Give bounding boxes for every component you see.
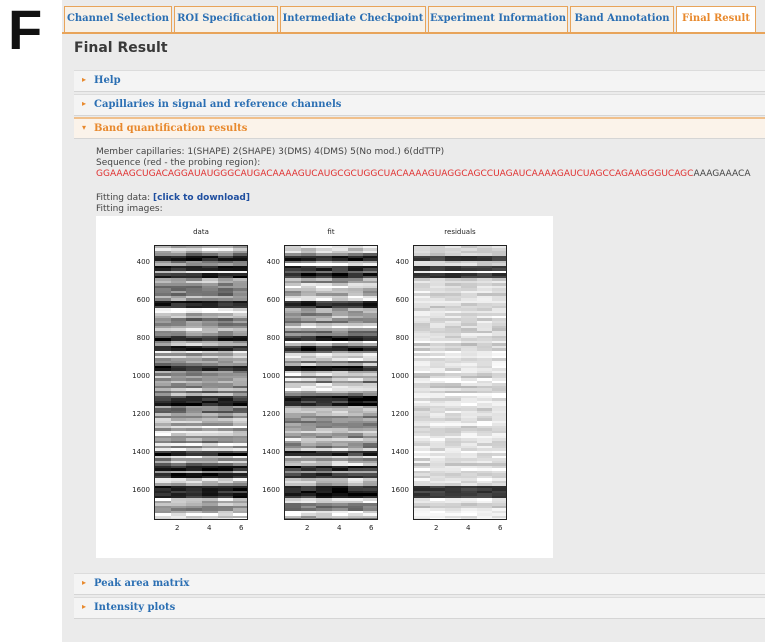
y-tick-label: 600 — [266, 296, 280, 304]
residuals-plot — [413, 245, 507, 520]
x-tick-label: 4 — [207, 524, 212, 532]
fit-plot — [284, 245, 378, 520]
plot-title-residuals: residuals — [444, 228, 476, 236]
x-tick-label: 6 — [239, 524, 244, 532]
fitting-data-label: Fitting data: — [96, 193, 151, 203]
plot-title-fit: fit — [327, 228, 335, 236]
section-intensity-plots[interactable]: ▸ Intensity plots — [74, 597, 765, 619]
x-tick-label: 2 — [434, 524, 439, 532]
gel-band — [217, 518, 235, 519]
y-tick-label: 1000 — [262, 372, 280, 380]
tab-bar: Channel Selection ROI Specification Inte… — [62, 6, 765, 32]
y-tick-label: 1600 — [391, 486, 409, 494]
fitting-data-row: Fitting data: [click to download] — [96, 193, 250, 204]
y-tick-label: 800 — [136, 334, 150, 342]
section-band-quantification-label: Band quantification results — [94, 123, 248, 134]
gel-band — [170, 518, 188, 519]
gel-band — [414, 518, 431, 519]
page-title: Final Result — [74, 40, 168, 56]
figure-panel-label: F — [8, 0, 43, 61]
app-window: Channel Selection ROI Specification Inte… — [62, 0, 765, 642]
tab-channel-selection[interactable]: Channel Selection — [64, 6, 172, 32]
x-tick-label: 4 — [337, 524, 342, 532]
y-tick-label: 1400 — [391, 448, 409, 456]
y-tick-label: 1000 — [391, 372, 409, 380]
y-tick-label: 1200 — [391, 410, 409, 418]
tab-final-result[interactable]: Final Result — [676, 6, 756, 32]
tab-roi-specification[interactable]: ROI Specification — [174, 6, 278, 32]
y-tick-label: 1600 — [262, 486, 280, 494]
tab-experiment-information[interactable]: Experiment Information — [428, 6, 568, 32]
section-capillaries-label: Capillaries in signal and reference chan… — [94, 99, 342, 110]
y-tick-label: 1000 — [132, 372, 150, 380]
gel-band — [332, 518, 349, 519]
expand-arrow-icon: ▸ — [82, 578, 87, 587]
section-help-label: Help — [94, 75, 121, 86]
member-capillaries-text: Member capillaries: 1(SHAPE) 2(SHAPE) 3(… — [96, 147, 445, 157]
y-tick-label: 600 — [395, 296, 409, 304]
y-tick-label: 1400 — [132, 448, 150, 456]
gel-band — [476, 518, 494, 519]
y-tick-label: 600 — [136, 296, 150, 304]
y-tick-label: 400 — [395, 258, 409, 266]
fitting-images-figure: data fit residuals 400 600 800 1000 1200 1400… — [96, 216, 553, 558]
y-tick-label: 1200 — [262, 410, 280, 418]
x-tick-label: 2 — [305, 524, 310, 532]
gel-band — [316, 518, 333, 519]
band-quantification-content: Member capillaries: 1(SHAPE) 2(SHAPE) 3(… — [74, 139, 765, 575]
gel-band — [202, 518, 219, 519]
y-tick-label: 400 — [266, 258, 280, 266]
gel-band — [429, 518, 447, 519]
sequence-rest: AAAGAAACA — [693, 169, 751, 179]
sequence-label: Sequence (red - the probing region): — [96, 158, 261, 168]
y-tick-label: 1400 — [262, 448, 280, 456]
x-tick-label: 6 — [498, 524, 503, 532]
expand-arrow-icon: ▸ — [82, 99, 87, 108]
section-intensity-label: Intensity plots — [94, 602, 176, 613]
section-capillaries[interactable]: ▸ Capillaries in signal and reference ch… — [74, 94, 765, 116]
tab-intermediate-checkpoint[interactable]: Intermediate Checkpoint — [280, 6, 426, 32]
gel-band — [300, 518, 318, 519]
sequence-probing-region: GGAAAGCUGACAGGAUAUGGGCAUGACAAAAGUCAUGCGC… — [96, 169, 694, 179]
y-tick-label: 400 — [136, 258, 150, 266]
y-tick-label: 1600 — [132, 486, 150, 494]
y-tick-label: 800 — [395, 334, 409, 342]
x-tick-label: 4 — [466, 524, 471, 532]
x-tick-label: 2 — [175, 524, 180, 532]
tab-underline — [62, 32, 765, 34]
gel-band — [492, 518, 506, 519]
gel-band — [461, 518, 478, 519]
y-tick-label: 1200 — [132, 410, 150, 418]
plot-title-data: data — [193, 228, 209, 236]
section-band-quantification[interactable]: ▾ Band quantification results — [74, 117, 765, 139]
section-peak-area-matrix[interactable]: ▸ Peak area matrix — [74, 573, 765, 595]
expand-arrow-icon: ▸ — [82, 75, 87, 84]
fitting-images-label: Fitting images: — [96, 204, 163, 214]
gel-band — [233, 518, 247, 519]
collapse-arrow-icon: ▾ — [82, 123, 87, 132]
sequence-text: GGAAAGCUGACAGGAUAUGGGCAUGACAAAAGUCAUGCGC… — [96, 169, 751, 180]
gel-band — [347, 518, 365, 519]
y-tick-label: 800 — [266, 334, 280, 342]
section-help[interactable]: ▸ Help — [74, 70, 765, 92]
gel-band — [186, 518, 203, 519]
expand-arrow-icon: ▸ — [82, 602, 87, 611]
section-peak-area-label: Peak area matrix — [94, 578, 190, 589]
download-link[interactable]: [click to download] — [153, 193, 250, 203]
tab-band-annotation[interactable]: Band Annotation — [570, 6, 674, 32]
gel-band — [285, 518, 302, 519]
gel-band — [445, 518, 462, 519]
x-tick-label: 6 — [369, 524, 374, 532]
gel-band — [363, 518, 377, 519]
data-plot — [154, 245, 248, 520]
gel-band — [155, 518, 172, 519]
